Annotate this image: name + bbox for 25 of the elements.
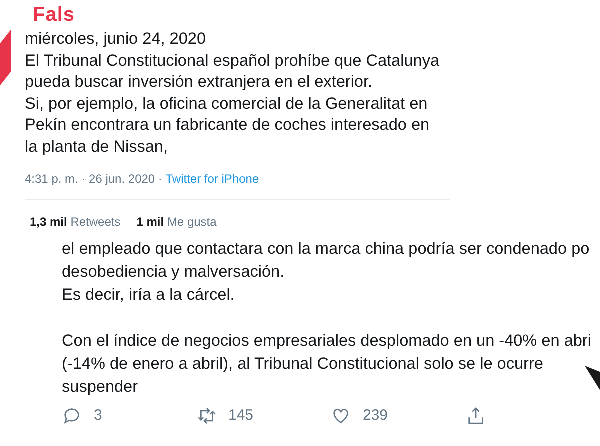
tweet-text: miércoles, junio 24, 2020 [25, 29, 208, 50]
tweet-timestamp: 4:31 p. m. · 26 jun. 2020 · [25, 170, 164, 188]
tweet-text: Pekín encontrara un fabricante de coches interesado en [25, 115, 431, 136]
tweet-text: El Tribunal Constitucional español prohíbe que Catalunya [25, 50, 441, 72]
verdict-label: Fals [32, 3, 76, 27]
reply-icon[interactable] [62, 406, 82, 426]
tweet-text: pueda buscar inversión extranjera en el exterior. [25, 72, 374, 94]
tweet-text: Con el índice de negocios empresariales desplomado en un -40% en abri [62, 330, 592, 352]
stat-count: 1 mil Me gusta [136, 214, 217, 231]
source-link[interactable]: Twitter for iPhone [166, 170, 260, 188]
share-icon[interactable] [466, 406, 486, 426]
like-count: 239 [363, 406, 388, 426]
tweet-text: la planta de Nissan, [25, 136, 170, 158]
tweet-text: desobediencia y malversación. [62, 262, 285, 283]
tweet-text: suspender [62, 376, 138, 398]
reply-count: 3 [94, 406, 102, 426]
corner-mark [585, 366, 600, 390]
stamp-mark [0, 30, 11, 86]
tweet-text: Es decir, iría a la cárcel. [62, 284, 235, 306]
tweet-text: el empleado que contactara con la marca china podría ser condenado po [62, 238, 590, 260]
stat-count: 1,3 mil Retweets [30, 214, 121, 231]
tweet-text: Si, por ejemplo, la oficina comercial de la Generalitat en [25, 94, 429, 115]
retweet-icon[interactable] [196, 406, 216, 426]
retweet-count: 145 [228, 406, 254, 426]
tweet-text: (-14% de enero a abril), al Tribunal Constitucional solo se le ocurre [62, 354, 544, 375]
